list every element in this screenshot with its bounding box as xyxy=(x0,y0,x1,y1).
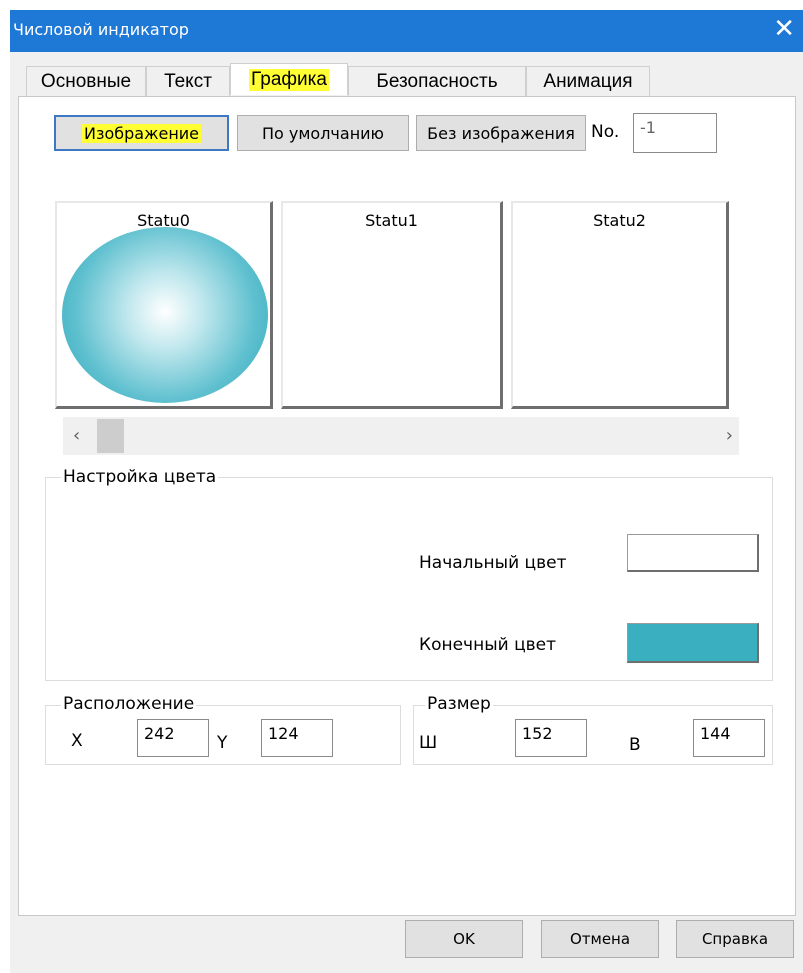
y-label: Y xyxy=(217,733,228,753)
tab-graphics-label: Графика xyxy=(249,68,329,91)
default-button[interactable]: По умолчанию xyxy=(237,115,409,151)
state-label-1: Statu1 xyxy=(365,211,418,230)
tab-text[interactable]: Текст xyxy=(146,66,230,96)
default-button-label: По умолчанию xyxy=(261,123,385,143)
width-field-value: 152 xyxy=(522,724,553,743)
end-color-swatch[interactable] xyxy=(627,623,759,663)
height-label: В xyxy=(629,735,641,755)
tab-main-label: Основные xyxy=(40,70,132,92)
graphics-tab-panel: Изображение По умолчанию Без изображения… xyxy=(18,96,796,916)
tab-graphics[interactable]: Графика xyxy=(230,63,348,95)
ok-button-label: OK xyxy=(453,930,475,948)
window-title: Числовой индикатор xyxy=(13,20,189,39)
chevron-left-icon[interactable]: ‹ xyxy=(73,425,80,446)
tab-security-label: Безопасность xyxy=(376,70,498,92)
tab-security[interactable]: Безопасность xyxy=(348,66,526,96)
y-field-value: 124 xyxy=(268,724,299,743)
start-color-swatch[interactable] xyxy=(627,534,759,572)
tab-animation-label: Анимация xyxy=(543,70,633,92)
cancel-button-label: Отмена xyxy=(569,930,631,948)
no-field[interactable]: -1 xyxy=(633,113,717,153)
tab-text-label: Текст xyxy=(164,70,212,92)
image-button[interactable]: Изображение xyxy=(54,115,229,151)
no-field-value: -1 xyxy=(640,118,656,137)
width-field[interactable]: 152 xyxy=(515,719,587,757)
y-field[interactable]: 124 xyxy=(261,719,333,757)
x-label: X xyxy=(71,731,83,751)
close-icon[interactable]: ✕ xyxy=(773,14,795,44)
state-label-0: Statu0 xyxy=(137,211,190,230)
image-button-label: Изображение xyxy=(81,123,202,143)
dialog-body: Основные Текст Графика Безопасность Аним… xyxy=(10,52,803,973)
state-label-2: Statu2 xyxy=(593,211,646,230)
gradient-circle xyxy=(62,227,268,403)
tab-main[interactable]: Основные xyxy=(26,66,146,96)
cancel-button[interactable]: Отмена xyxy=(541,920,659,958)
position-title: Расположение xyxy=(61,694,197,714)
color-settings-title: Настройка цвета xyxy=(61,467,219,487)
chevron-right-icon[interactable]: › xyxy=(726,425,733,446)
width-label: Ш xyxy=(419,733,438,753)
start-color-label: Начальный цвет xyxy=(419,553,567,573)
height-field-value: 144 xyxy=(700,724,731,743)
ok-button[interactable]: OK xyxy=(405,920,523,958)
tab-animation[interactable]: Анимация xyxy=(526,66,650,96)
no-image-button[interactable]: Без изображения xyxy=(416,115,586,151)
end-color-label: Конечный цвет xyxy=(419,635,557,655)
no-image-button-label: Без изображения xyxy=(427,123,575,143)
x-field-value: 242 xyxy=(144,724,175,743)
scrollbar-thumb[interactable] xyxy=(97,419,124,453)
top-strip xyxy=(0,0,803,10)
height-field[interactable]: 144 xyxy=(693,719,765,757)
help-button-label: Справка xyxy=(701,930,769,948)
title-bar: Числовой индикатор ✕ xyxy=(10,10,803,52)
state-cell-2[interactable]: Statu2 xyxy=(511,201,729,409)
state-cell-1[interactable]: Statu1 xyxy=(281,201,503,409)
size-title: Размер xyxy=(425,694,493,714)
x-field[interactable]: 242 xyxy=(137,719,209,757)
no-label: No. xyxy=(591,122,620,142)
state-cell-0[interactable]: Statu0 xyxy=(55,201,273,409)
help-button[interactable]: Справка xyxy=(676,920,794,958)
states-scrollbar[interactable]: ‹ › xyxy=(63,417,739,455)
